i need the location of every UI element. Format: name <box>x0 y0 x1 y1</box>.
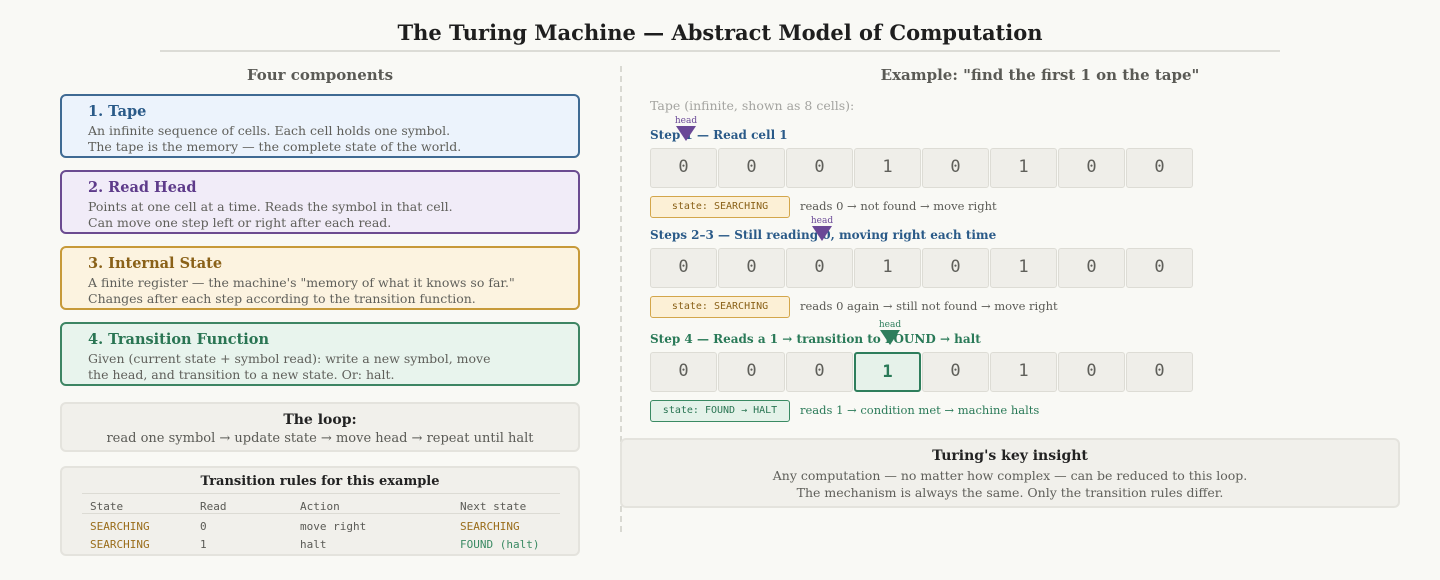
tape-cell: 0 <box>786 248 853 288</box>
tape-cell: 0 <box>922 148 989 188</box>
head-label: head <box>878 320 902 330</box>
rules-cell: move right <box>300 520 367 533</box>
tape-cell: 1 <box>990 352 1057 392</box>
tape-cell: 0 <box>922 248 989 288</box>
rules-cell: SEARCHING <box>90 520 150 533</box>
head-arrow-icon <box>812 226 832 241</box>
description-line: the head, and transition to a new state.… <box>88 367 395 382</box>
component-description: A finite register — the machine's "memor… <box>88 275 578 307</box>
insight-line: Any computation — no matter how complex … <box>772 468 1248 483</box>
component-title: 3. Internal State <box>88 255 223 272</box>
insight-line: The mechanism is always the same. Only t… <box>796 485 1224 500</box>
tape-cell: 0 <box>718 248 785 288</box>
read-head-marker: head <box>674 116 698 146</box>
tape-cell: 0 <box>1058 248 1125 288</box>
tape-row: 00010100 <box>650 352 1194 392</box>
rules-cell: 1 <box>200 538 207 551</box>
tape-subtitle: Tape (infinite, shown as 8 cells): <box>650 98 855 113</box>
key-insight-box: Turing's key insight Any computation — n… <box>620 438 1400 508</box>
tape-cell: 0 <box>718 352 785 392</box>
state-badge: state: SEARCHING <box>650 196 790 218</box>
loop-box: The loop: read one symbol → update state… <box>60 402 580 452</box>
tape-cell: 0 <box>786 148 853 188</box>
loop-text: read one symbol → update state → move he… <box>106 431 534 446</box>
rules-rule <box>82 493 560 494</box>
component-transition-function: 4. Transition Function Given (current st… <box>60 322 580 386</box>
rules-title: Transition rules for this example <box>200 474 440 489</box>
component-title: 1. Tape <box>88 103 147 120</box>
tape-cell: 0 <box>1058 148 1125 188</box>
tape-row: 00010100 <box>650 148 1194 188</box>
page-title: The Turing Machine — Abstract Model of C… <box>397 20 1043 45</box>
tape-cell: 0 <box>922 352 989 392</box>
description-line: Can move one step left or right after ea… <box>88 215 392 230</box>
rules-header: Read <box>200 500 227 513</box>
component-read-head: 2. Read Head Points at one cell at a tim… <box>60 170 580 234</box>
component-title: 4. Transition Function <box>88 331 270 348</box>
rules-header: Next state <box>460 500 527 513</box>
component-description: An infinite sequence of cells. Each cell… <box>88 123 578 155</box>
tape-cell: 0 <box>650 248 717 288</box>
description-line: An infinite sequence of cells. Each cell… <box>88 123 451 138</box>
rules-header: Action <box>300 500 340 513</box>
rules-cell: FOUND (halt) <box>460 538 540 551</box>
tape-row: 00010100 <box>650 248 1194 288</box>
description-line: A finite register — the machine's "memor… <box>88 275 515 290</box>
description-line: Points at one cell at a time. Reads the … <box>88 199 453 214</box>
tape-cell: 0 <box>786 352 853 392</box>
rules-cell: halt <box>300 538 327 551</box>
head-label: head <box>810 216 834 226</box>
component-title: 2. Read Head <box>88 179 197 196</box>
rules-cell: SEARCHING <box>90 538 150 551</box>
loop-title: The loop: <box>283 412 357 428</box>
tape-cell: 0 <box>1126 352 1193 392</box>
component-tape: 1. Tape An infinite sequence of cells. E… <box>60 94 580 158</box>
step-note: reads 1 → condition met → machine halts <box>800 403 1040 417</box>
state-badge: state: SEARCHING <box>650 296 790 318</box>
rules-header: State <box>90 500 124 513</box>
component-description: Points at one cell at a time. Reads the … <box>88 199 578 231</box>
tape-cell: 1 <box>854 248 921 288</box>
rules-cell: 0 <box>200 520 207 533</box>
step-label: Step 1 — Read cell 1 <box>650 128 788 142</box>
rules-cell: SEARCHING <box>460 520 520 533</box>
tape-cell: 0 <box>1126 148 1193 188</box>
right-heading: Example: "find the first 1 on the tape" <box>880 66 1200 84</box>
tape-cell: 1 <box>990 148 1057 188</box>
step-note: reads 0 again → still not found → move r… <box>800 299 1058 313</box>
tape-cell: 0 <box>650 352 717 392</box>
description-line: Changes after each step according to the… <box>88 291 476 306</box>
component-internal-state: 3. Internal State A finite register — th… <box>60 246 580 310</box>
description-line: Given (current state + symbol read): wri… <box>88 351 491 366</box>
step-label: Step 4 — Reads a 1 → transition to FOUND… <box>650 332 981 346</box>
rules-rule <box>82 513 560 514</box>
step-note: reads 0 → not found → move right <box>800 199 997 213</box>
tape-cell: 1 <box>990 248 1057 288</box>
head-arrow-icon <box>676 126 696 141</box>
left-heading: Four components <box>246 66 394 84</box>
title-divider <box>160 50 1280 52</box>
head-arrow-icon <box>880 330 900 345</box>
tape-cell: 1 <box>854 352 921 392</box>
description-line: The tape is the memory — the complete st… <box>88 139 462 154</box>
tape-cell: 1 <box>854 148 921 188</box>
tape-cell: 0 <box>718 148 785 188</box>
tape-cell: 0 <box>1058 352 1125 392</box>
read-head-marker: head <box>810 216 834 246</box>
insight-title: Turing's key insight <box>932 448 1088 464</box>
transition-rules-table: Transition rules for this example State … <box>60 466 580 556</box>
tape-cell: 0 <box>1126 248 1193 288</box>
read-head-marker: head <box>878 320 902 350</box>
component-description: Given (current state + symbol read): wri… <box>88 351 578 383</box>
tape-cell: 0 <box>650 148 717 188</box>
head-label: head <box>674 116 698 126</box>
state-badge: state: FOUND → HALT <box>650 400 790 422</box>
